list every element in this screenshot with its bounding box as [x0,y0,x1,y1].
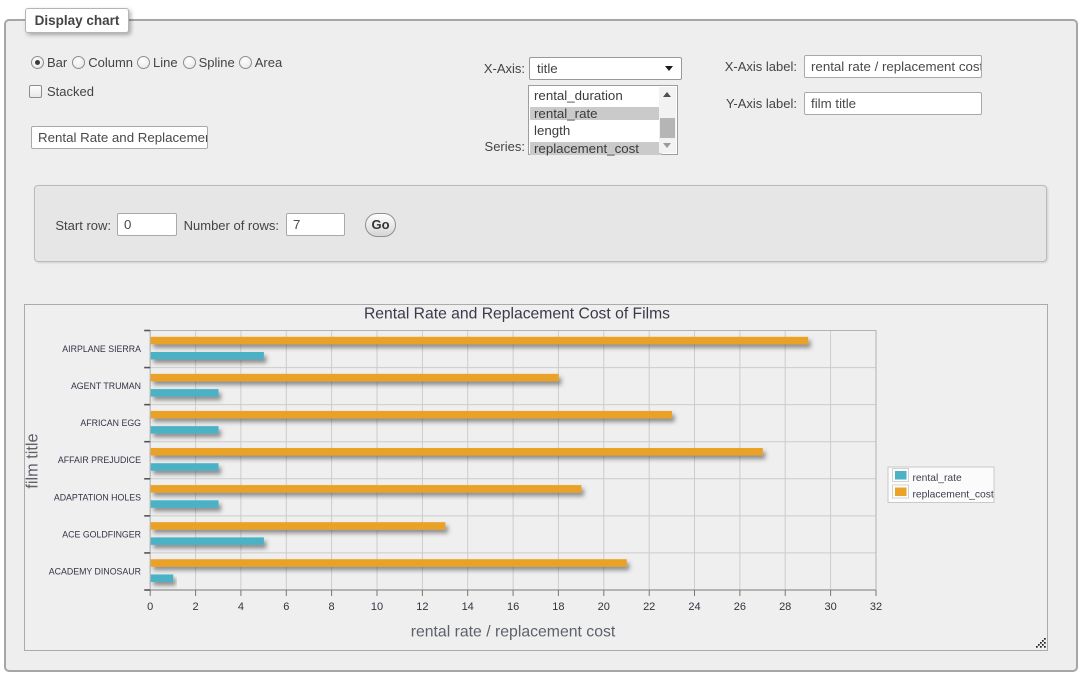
svg-text:0: 0 [147,601,153,613]
svg-text:rental rate / replacement cost: rental rate / replacement cost [411,624,616,641]
svg-text:film title: film title [24,433,42,488]
svg-text:18: 18 [552,601,564,613]
svg-text:rental_rate: rental_rate [913,473,963,484]
svg-text:28: 28 [779,601,791,613]
svg-text:26: 26 [734,601,746,613]
svg-text:20: 20 [598,601,610,613]
svg-text:AIRPLANE SIERRA: AIRPLANE SIERRA [62,344,141,354]
svg-text:12: 12 [416,601,428,613]
svg-text:4: 4 [238,601,244,613]
svg-text:24: 24 [688,601,700,613]
svg-text:AFRICAN EGG: AFRICAN EGG [80,418,141,428]
svg-text:replacement_cost: replacement_cost [913,490,994,501]
svg-text:ACADEMY DINOSAUR: ACADEMY DINOSAUR [49,567,141,577]
svg-text:AGENT TRUMAN: AGENT TRUMAN [71,381,141,391]
svg-text:Rental Rate and Replacement Co: Rental Rate and Replacement Cost of Film… [364,306,670,323]
svg-text:16: 16 [507,601,519,613]
svg-text:30: 30 [824,601,836,613]
svg-text:22: 22 [643,601,655,613]
svg-text:AFFAIR PREJUDICE: AFFAIR PREJUDICE [58,455,141,465]
svg-text:6: 6 [283,601,289,613]
svg-text:ADAPTATION HOLES: ADAPTATION HOLES [54,492,141,502]
svg-text:32: 32 [870,601,882,613]
svg-text:8: 8 [329,601,335,613]
svg-text:ACE GOLDFINGER: ACE GOLDFINGER [62,529,141,539]
svg-text:10: 10 [371,601,383,613]
svg-text:2: 2 [193,601,199,613]
svg-text:14: 14 [462,601,474,613]
